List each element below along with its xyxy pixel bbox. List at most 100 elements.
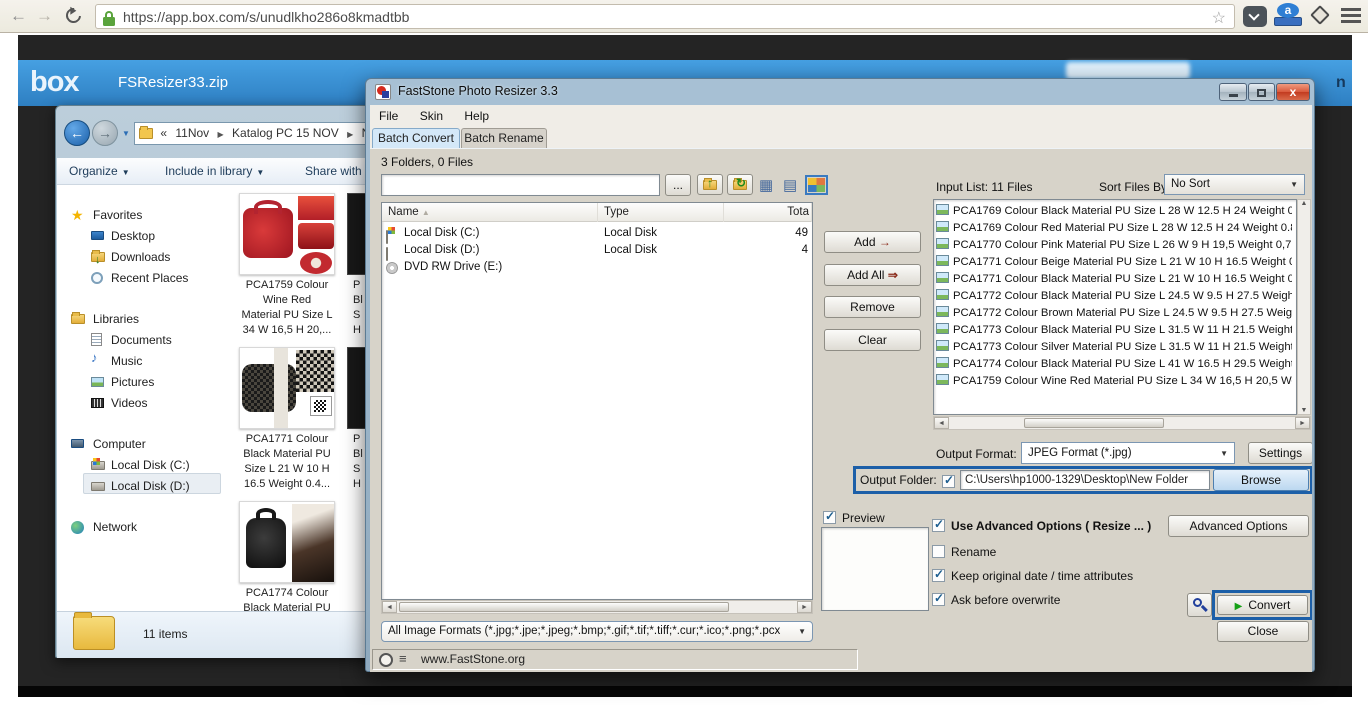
explorer-back-button[interactable]: ← <box>64 120 90 146</box>
folder-browser-table[interactable]: Name ▲ Type Tota Local Disk (C:) Local D… <box>381 202 813 600</box>
settings-button[interactable]: Settings <box>1248 442 1312 464</box>
scroll-right-icon[interactable]: ► <box>1295 417 1310 429</box>
sidebar-item-music[interactable]: ♪Music <box>91 351 142 371</box>
close-button[interactable]: Close <box>1217 621 1309 642</box>
browser-back-icon[interactable]: ← <box>10 6 27 26</box>
ask-overwrite-checkbox[interactable]: ✓Ask before overwrite <box>932 593 1060 607</box>
pocket-icon[interactable] <box>1243 6 1267 27</box>
keep-date-checkbox[interactable]: ✓Keep original date / time attributes <box>932 569 1133 583</box>
explorer-forward-button[interactable]: → <box>92 120 118 146</box>
list-item[interactable]: PCA1772 Colour Brown Material PU Size L … <box>936 305 1292 322</box>
advanced-options-button[interactable]: Advanced Options <box>1168 515 1309 537</box>
menu-skin[interactable]: Skin <box>411 109 452 123</box>
close-window-button[interactable]: x <box>1276 83 1310 101</box>
organize-menu[interactable]: Organize▼ <box>69 158 130 186</box>
sort-dropdown[interactable]: No Sort ▼ <box>1164 174 1305 195</box>
minimize-button[interactable] <box>1219 83 1247 101</box>
sidebar-item-favorites[interactable]: ★Favorites <box>71 205 142 225</box>
list-item[interactable]: PCA1774 Colour Black Material PU Size L … <box>936 356 1292 373</box>
sidebar-item-downloads[interactable]: Downloads <box>91 247 170 267</box>
folder-up-icon[interactable]: ↑ <box>697 174 723 195</box>
use-advanced-options-checkbox[interactable]: ✓Use Advanced Options ( Resize ... ) <box>932 519 1151 533</box>
include-in-library-menu[interactable]: Include in library▼ <box>165 158 264 186</box>
output-folder-checkbox[interactable]: ✓ <box>942 475 955 488</box>
list-item[interactable]: PCA1770 Colour Pink Material PU Size L 2… <box>936 237 1292 254</box>
scroll-left-icon[interactable]: ◄ <box>382 601 397 613</box>
file-caption[interactable]: PCA1771 Colour Black Material PU Size L … <box>235 432 339 492</box>
url-bar[interactable]: https://app.box.com/s/unudlkho286o8kmadt… <box>95 4 1235 29</box>
explorer-history-dropdown-icon[interactable]: ▼ <box>122 129 130 138</box>
preview-checkbox[interactable]: ✓Preview <box>823 511 885 525</box>
sidebar-item-documents[interactable]: Documents <box>91 330 172 350</box>
scroll-up-icon[interactable]: ▲ <box>1298 200 1310 207</box>
file-thumbnail-backpack[interactable] <box>239 501 335 583</box>
sidebar-item-videos[interactable]: Videos <box>91 393 147 413</box>
diamond-extension-icon[interactable] <box>1310 5 1330 25</box>
scroll-right-icon[interactable]: ► <box>797 601 812 613</box>
list-item[interactable]: PCA1773 Colour Black Material PU Size L … <box>936 322 1292 339</box>
column-type[interactable]: Type <box>598 203 724 222</box>
file-caption[interactable]: PCA1774 Colour Black Material PU Size L … <box>235 586 339 611</box>
output-format-dropdown[interactable]: JPEG Format (*.jpg) ▼ <box>1021 442 1235 464</box>
add-all-button[interactable]: Add All ⇒ <box>824 264 921 286</box>
list-item[interactable]: PCA1759 Colour Wine Red Material PU Size… <box>936 373 1292 390</box>
sidebar-item-recent-places[interactable]: Recent Places <box>91 268 188 288</box>
tab-batch-convert[interactable]: Batch Convert <box>372 128 460 148</box>
breadcrumb-item-11nov[interactable]: 11Nov <box>175 126 209 140</box>
scrollbar-thumb[interactable] <box>399 602 729 612</box>
sidebar-item-computer[interactable]: Computer <box>71 434 146 454</box>
right-vertical-scrollbar[interactable]: ▲ ▼ <box>1297 199 1311 415</box>
browse-dots-button[interactable]: ... <box>665 174 691 196</box>
table-row-drive-d[interactable]: Local Disk (D:) Local Disk 4 <box>382 242 812 259</box>
breadcrumb-chevron[interactable]: « <box>160 126 167 140</box>
extension-a-icon[interactable]: a <box>1277 3 1299 18</box>
sidebar-item-network[interactable]: Network <box>71 517 137 537</box>
browser-reload-icon[interactable] <box>63 5 84 26</box>
remove-button[interactable]: Remove <box>824 296 921 318</box>
list-item[interactable]: PCA1769 Colour Red Material PU Size L 28… <box>936 220 1292 237</box>
column-total[interactable]: Tota <box>724 203 812 222</box>
scrollbar-thumb[interactable] <box>1024 418 1164 428</box>
convert-button[interactable]: ▶Convert <box>1217 595 1308 615</box>
sidebar-item-libraries[interactable]: Libraries <box>71 309 139 329</box>
rename-checkbox[interactable]: Rename <box>932 545 996 559</box>
maximize-button[interactable] <box>1248 83 1275 101</box>
url-text[interactable]: https://app.box.com/s/unudlkho286o8kmadt… <box>123 9 409 26</box>
browse-button[interactable]: Browse <box>1213 469 1309 491</box>
right-horizontal-scrollbar[interactable]: ◄ ► <box>933 416 1311 430</box>
tab-batch-rename[interactable]: Batch Rename <box>461 128 547 148</box>
list-item[interactable]: PCA1771 Colour Beige Material PU Size L … <box>936 254 1292 271</box>
file-caption[interactable]: PCA1759 Colour Wine Red Material PU Size… <box>235 278 339 338</box>
box-download-button-blurred[interactable] <box>1066 62 1190 79</box>
list-item[interactable]: PCA1773 Colour Silver Material PU Size L… <box>936 339 1292 356</box>
scroll-left-icon[interactable]: ◄ <box>934 417 949 429</box>
sidebar-item-desktop[interactable]: Desktop <box>91 226 155 246</box>
file-thumbnail-black-bag[interactable] <box>239 347 335 429</box>
thumbnail-view-icon[interactable] <box>808 178 825 192</box>
file-thumbnail-red-bag[interactable] <box>239 193 335 275</box>
list-item[interactable]: PCA1771 Colour Black Material PU Size L … <box>936 271 1292 288</box>
refresh-icon[interactable]: ↻ <box>727 174 753 195</box>
breadcrumb-item-katalog[interactable]: Katalog PC 15 NOV <box>232 126 339 140</box>
sidebar-item-local-disk-c[interactable]: Local Disk (C:) <box>91 455 190 475</box>
list-item[interactable]: PCA1772 Colour Black Material PU Size L … <box>936 288 1292 305</box>
browser-menu-icon[interactable] <box>1341 8 1361 24</box>
faststone-url[interactable]: www.FastStone.org <box>421 652 525 666</box>
menu-help[interactable]: Help <box>455 109 498 123</box>
add-button[interactable]: Add → <box>824 231 921 253</box>
menu-file[interactable]: File <box>370 109 407 123</box>
share-with-menu[interactable]: Share with▼ <box>305 158 374 186</box>
list-item[interactable]: PCA1769 Colour Black Material PU Size L … <box>936 203 1292 220</box>
table-row-drive-e[interactable]: DVD RW Drive (E:) <box>382 259 812 276</box>
faststone-titlebar[interactable]: FastStone Photo Resizer 3.3 x <box>366 79 1314 105</box>
format-filter-dropdown[interactable]: All Image Formats (*.jpg;*.jpe;*.jpeg;*.… <box>381 621 813 642</box>
left-horizontal-scrollbar[interactable]: ◄ ► <box>381 600 813 614</box>
bookmark-star-icon[interactable]: ☆ <box>1212 8 1226 28</box>
scroll-down-icon[interactable]: ▼ <box>1298 407 1310 414</box>
path-input[interactable] <box>381 174 660 196</box>
box-logo[interactable]: box <box>30 66 79 99</box>
preview-magnifier-button[interactable] <box>1187 593 1212 617</box>
details-view-icon[interactable]: ▤ <box>783 176 797 194</box>
list-view-icon[interactable]: ▦ <box>759 176 773 194</box>
browser-forward-icon[interactable]: → <box>36 6 53 26</box>
